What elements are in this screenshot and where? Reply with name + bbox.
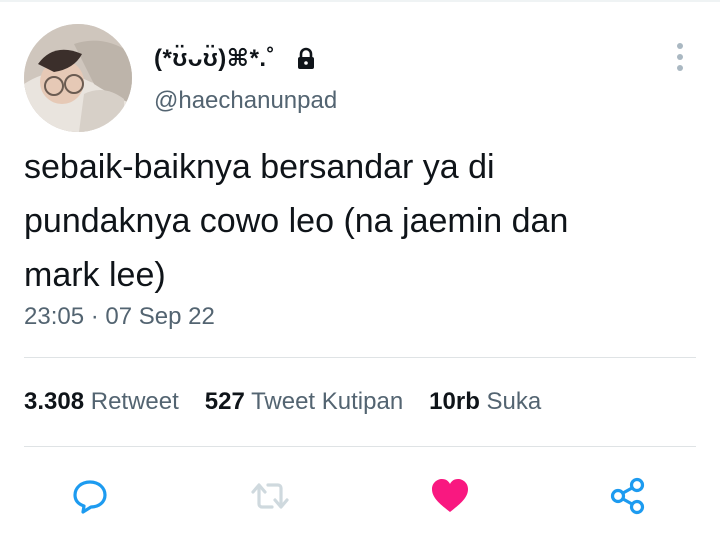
likes-stat[interactable]: 10rb Suka: [429, 388, 541, 416]
top-divider: [0, 0, 720, 2]
action-bar: [0, 472, 720, 520]
quotes-label: Tweet Kutipan: [251, 388, 404, 415]
retweets-label: Retweet: [90, 388, 179, 415]
likes-label: Suka: [486, 388, 542, 415]
engagement-stats: 3.308 Retweet 527 Tweet Kutipan 10rb Suk…: [24, 388, 541, 416]
display-name[interactable]: (*ʊ̈ᴗʊ̈)⌘*.˚: [154, 44, 275, 73]
user-handle[interactable]: @haechanunpad: [154, 87, 337, 115]
retweets-stat[interactable]: 3.308 Retweet: [24, 388, 179, 416]
stats-divider-top: [24, 357, 696, 358]
tweet-timestamp[interactable]: 23:05 · 07 Sep 22: [24, 303, 215, 331]
retweet-icon[interactable]: [250, 476, 290, 516]
avatar[interactable]: [24, 24, 132, 132]
reply-icon[interactable]: [70, 476, 110, 516]
retweets-count: 3.308: [24, 388, 85, 415]
stats-divider-bottom: [24, 446, 696, 447]
quotes-stat[interactable]: 527 Tweet Kutipan: [205, 388, 403, 416]
more-options-icon[interactable]: [668, 42, 692, 72]
like-icon[interactable]: [430, 476, 470, 516]
likes-count: 10rb: [429, 388, 480, 415]
share-icon[interactable]: [608, 476, 648, 516]
tweet-text: sebaik-baiknya bersandar ya di pundaknya…: [24, 148, 569, 294]
avatar-image: [24, 24, 132, 132]
lock-icon: [298, 47, 314, 69]
quotes-count: 527: [204, 388, 245, 415]
